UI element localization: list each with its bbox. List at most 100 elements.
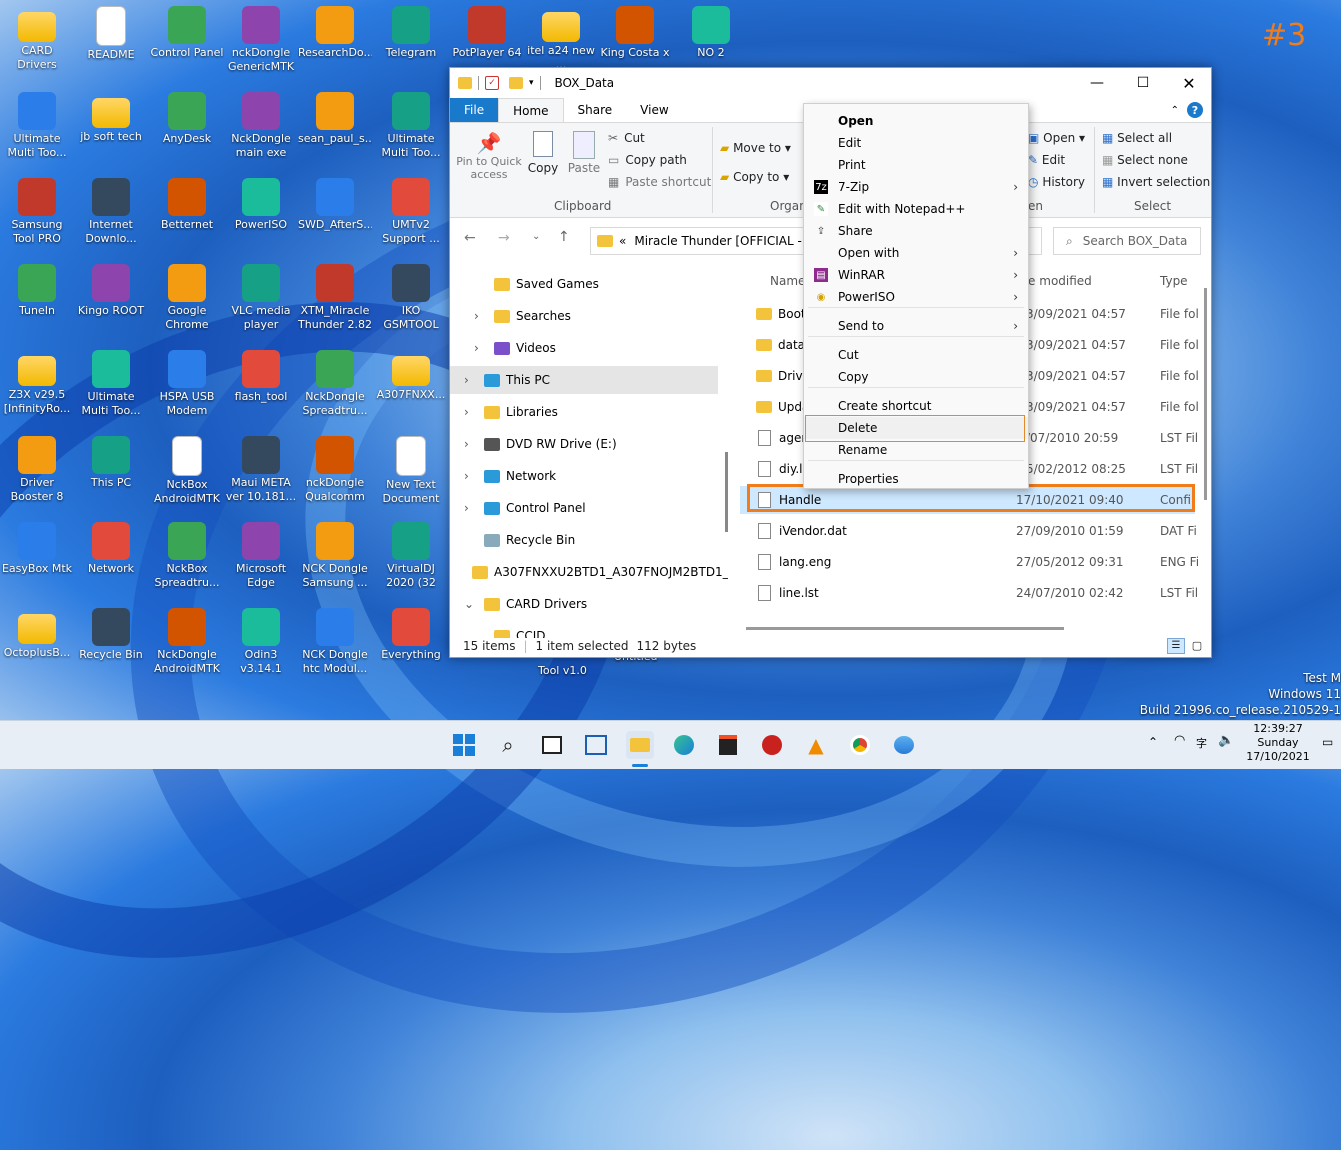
nav-item[interactable]: › Videos (450, 334, 718, 362)
desktop-icon[interactable]: itel a24 new ... (524, 6, 598, 72)
move-to-button[interactable]: ▰ Move to ▾ (720, 141, 791, 155)
desktop-icon[interactable]: NckDongle Spreadtru... (298, 350, 372, 418)
desktop-icon[interactable]: Telegram (374, 6, 448, 60)
store-icon[interactable] (714, 731, 742, 759)
desktop-icon[interactable]: Google Chrome (150, 264, 224, 332)
desktop-icon[interactable]: nckDongle Qualcomm (298, 436, 372, 504)
minimize-button[interactable]: — (1074, 68, 1120, 98)
wifi-icon[interactable]: ◠ (1174, 733, 1185, 748)
nav-item[interactable]: A307FNXXU2BTD1_A307FNOJM2BTD1_XS (450, 558, 728, 586)
desktop-icon[interactable]: Z3X v29.5 [InfinityRo... (0, 350, 74, 416)
recent-locations-icon[interactable]: ⌄ (532, 231, 540, 242)
desktop-icon[interactable]: jb soft tech (74, 92, 148, 144)
desktop-icon[interactable]: PowerISO (224, 178, 298, 232)
copy-path-button[interactable]: ▭ Copy path (608, 153, 687, 167)
desktop-icon[interactable]: Control Panel (150, 6, 224, 60)
desktop-icon[interactable]: A307FNXX... (374, 350, 448, 402)
windows-start-icon[interactable] (450, 731, 478, 759)
menu-item-send-to[interactable]: Send to › (804, 315, 1028, 337)
desktop-icon[interactable]: New Text Document (374, 436, 448, 506)
desktop-icon[interactable]: NckBox AndroidMTK (150, 436, 224, 506)
paste-shortcut-button[interactable]: ▦ Paste shortcut (608, 175, 711, 189)
nav-item[interactable]: › Network (450, 462, 718, 490)
file-explorer-icon[interactable] (626, 731, 654, 759)
file-list-scrollbar[interactable] (1204, 288, 1207, 500)
desktop-icon[interactable]: NckBox Spreadtru... (150, 522, 224, 590)
desktop-icon[interactable]: NckDongle main exe (224, 92, 298, 160)
help-icon[interactable]: ? (1187, 102, 1203, 118)
desktop-icon[interactable]: XTM_Miracle Thunder 2.82 (298, 264, 372, 332)
desktop-icon[interactable]: Ultimate Multi Too... (374, 92, 448, 160)
desktop-icon[interactable]: SWD_AfterS... (298, 178, 372, 232)
desktop-icon[interactable]: NckDongle AndroidMTK (150, 608, 224, 676)
menu-item-poweriso[interactable]: ◉ PowerISO › (804, 286, 1028, 308)
desktop-icon[interactable]: ResearchDo... (298, 6, 372, 60)
nav-item[interactable]: Recycle Bin (450, 526, 718, 554)
tab-home[interactable]: Home (498, 98, 564, 122)
nav-item[interactable]: Saved Games (450, 270, 718, 298)
cut-button[interactable]: ✂ Cut (608, 131, 645, 145)
desktop-icon[interactable]: EasyBox Mtk (0, 522, 74, 576)
nav-item[interactable]: › Libraries (450, 398, 718, 426)
show-hidden-icons-icon[interactable]: ⌃ (1148, 735, 1158, 749)
widgets-icon[interactable] (582, 731, 610, 759)
desktop-icon[interactable]: Samsung Tool PRO (0, 178, 74, 246)
desktop-icon[interactable]: Betternet (150, 178, 224, 232)
desktop-icon[interactable]: NCK Dongle Samsung ... (298, 522, 372, 590)
driver-booster-icon[interactable] (758, 731, 786, 759)
menu-item-open-with[interactable]: Open with › (804, 242, 1028, 264)
column-header-name[interactable]: Name (770, 274, 805, 288)
copy-to-button[interactable]: ▰ Copy to ▾ (720, 170, 789, 184)
expand-chevron-icon[interactable]: › (474, 309, 486, 323)
desktop-icon[interactable]: Microsoft Edge (224, 522, 298, 590)
address-overflow[interactable]: « (619, 234, 626, 248)
clock[interactable]: 12:39:27 Sunday 17/10/2021 (1240, 722, 1316, 764)
edit-button[interactable]: ✎ Edit (1028, 153, 1065, 167)
tab-view[interactable]: View (626, 98, 682, 122)
desktop-icon[interactable]: nckDongle GenericMTK (224, 6, 298, 74)
menu-item-cut[interactable]: Cut (804, 344, 1028, 366)
open-button[interactable]: ▣ Open ▾ (1028, 131, 1085, 145)
file-row[interactable]: iVendor.dat 27/09/2010 01:59 DAT Fi (740, 517, 1197, 545)
file-row[interactable]: lang.eng 27/05/2012 09:31 ENG Fi (740, 548, 1199, 576)
desktop-icon[interactable]: Network (74, 522, 148, 576)
nav-item[interactable]: › Control Panel (450, 494, 718, 522)
desktop-icon[interactable]: UMTv2 Support ... (374, 178, 448, 246)
expand-chevron-icon[interactable]: › (474, 341, 486, 355)
volume-icon[interactable]: 🔈 (1218, 733, 1234, 748)
menu-item-copy[interactable]: Copy (804, 366, 1028, 388)
title-bar[interactable]: ✓ ▾ BOX_Data — ☐ ✕ (450, 68, 1211, 98)
desktop-icon[interactable]: IKO GSMTOOL (374, 264, 448, 332)
chrome-icon[interactable] (846, 731, 874, 759)
search-icon[interactable]: ⌕ (494, 731, 522, 759)
menu-item-7-zip[interactable]: 7z 7-Zip › (804, 176, 1028, 198)
close-button[interactable]: ✕ (1166, 68, 1212, 98)
properties-icon[interactable]: ✓ (485, 76, 499, 90)
desktop-icon[interactable]: Everything (374, 608, 448, 662)
menu-item-share[interactable]: ⇪ Share (804, 220, 1028, 242)
desktop-icon[interactable]: VirtualDJ 2020 (32 bits) (374, 522, 448, 590)
copy-button[interactable]: Copy (526, 131, 560, 175)
forward-arrow-icon[interactable]: → (498, 230, 510, 246)
language-icon[interactable]: 字 (1196, 735, 1207, 751)
desktop-icon[interactable]: Maui META ver 10.181... (224, 436, 298, 504)
desktop-icon[interactable]: Recycle Bin (74, 608, 148, 662)
menu-item-create-shortcut[interactable]: Create shortcut (804, 395, 1028, 417)
desktop-icon[interactable]: Kingo ROOT (74, 264, 148, 318)
desktop-icon[interactable]: This PC (74, 436, 148, 490)
qat-dropdown-icon[interactable]: ▾ (529, 78, 534, 88)
vlc-icon[interactable]: ▲ (802, 731, 830, 759)
nav-item[interactable]: › DVD RW Drive (E:) (450, 430, 718, 458)
expand-chevron-icon[interactable]: › (464, 501, 476, 515)
menu-item-winrar[interactable]: ▤ WinRAR › (804, 264, 1028, 286)
large-icons-view-icon[interactable]: ▢ (1189, 639, 1205, 653)
new-folder-icon[interactable] (509, 77, 523, 89)
expand-chevron-icon[interactable]: › (464, 373, 476, 387)
desktop-icon[interactable]: Internet Downlo... (74, 178, 148, 246)
up-arrow-icon[interactable]: ↑ (558, 229, 570, 245)
desktop-icon[interactable]: flash_tool (224, 350, 298, 404)
desktop-icon[interactable]: CARD Drivers (0, 6, 74, 72)
desktop-icon[interactable]: PotPlayer 64 ... (450, 6, 524, 74)
pin-to-quick-access-button[interactable]: 📌 Pin to Quick access (456, 131, 522, 181)
nav-item[interactable]: › Searches (450, 302, 718, 330)
